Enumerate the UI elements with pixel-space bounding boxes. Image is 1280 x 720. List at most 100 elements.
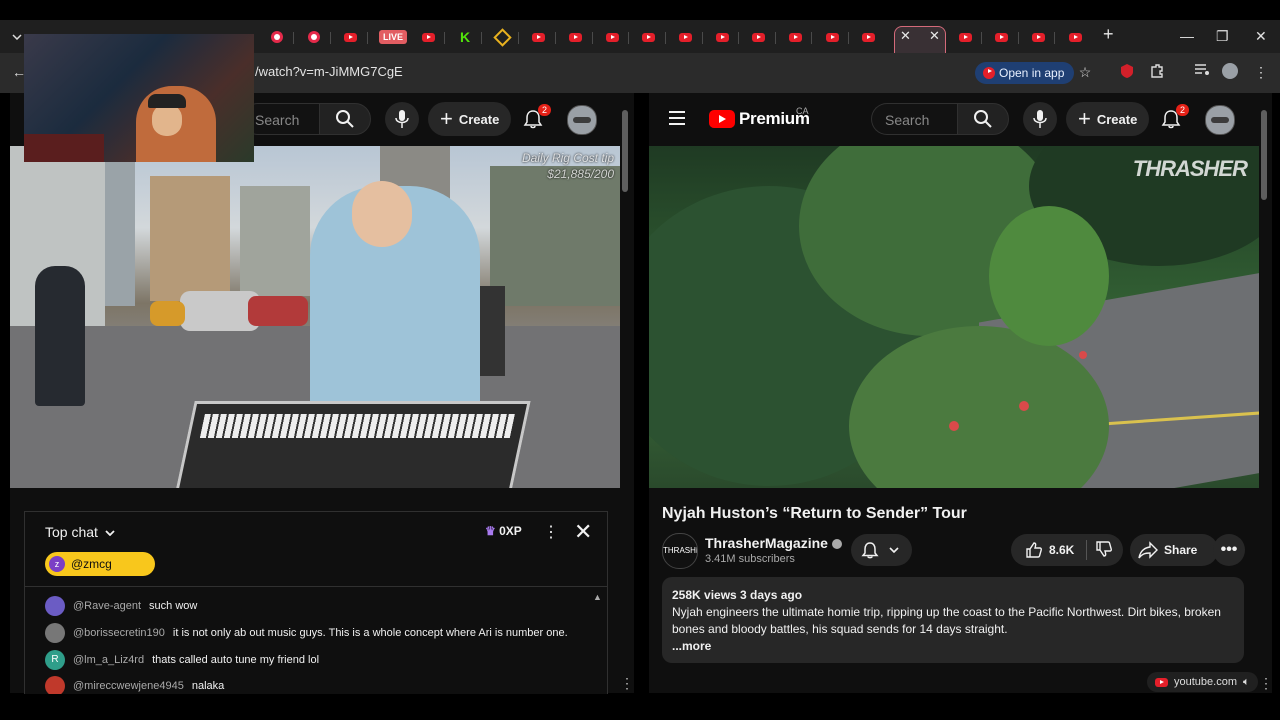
- media-control-icon[interactable]: [1193, 63, 1211, 81]
- notifications-button[interactable]: 2: [1161, 104, 1189, 131]
- video-description[interactable]: 258K views 3 days ago Nyjah engineers th…: [662, 577, 1244, 663]
- left-scrollbar[interactable]: [622, 110, 628, 192]
- subscribed-bell-button[interactable]: [851, 534, 912, 566]
- browser-tab[interactable]: [1062, 26, 1088, 48]
- browser-tab[interactable]: [599, 26, 625, 48]
- create-button[interactable]: + Create: [428, 102, 512, 136]
- browser-tab[interactable]: [855, 26, 881, 48]
- channel-name[interactable]: ThrasherMagazine: [705, 535, 842, 551]
- account-avatar[interactable]: [567, 105, 597, 135]
- extensions-puzzle-icon[interactable]: [1148, 63, 1166, 81]
- minimize-button[interactable]: —: [1180, 28, 1194, 44]
- chat-author[interactable]: @borissecretin190: [73, 627, 165, 639]
- browser-tab[interactable]: [337, 26, 363, 48]
- performer-head: [352, 181, 412, 247]
- browser-tab[interactable]: [635, 26, 661, 48]
- browser-tab[interactable]: [819, 26, 845, 48]
- youtube-premium-logo[interactable]: Premium: [709, 109, 810, 129]
- open-in-app-button[interactable]: Open in app: [975, 62, 1075, 84]
- chat-author[interactable]: @lm_a_Liz4rd: [73, 654, 144, 666]
- voice-search-button[interactable]: [1023, 102, 1057, 136]
- browser-tab[interactable]: [1025, 26, 1051, 48]
- browser-tab-live[interactable]: LIVE: [378, 26, 408, 48]
- right-panel-menu-icon[interactable]: ⋮: [1259, 675, 1273, 692]
- youtube-icon: [709, 110, 735, 128]
- channel-avatar[interactable]: THRASHER: [662, 533, 698, 569]
- search-button[interactable]: [319, 103, 371, 135]
- browser-tab[interactable]: [952, 26, 978, 48]
- top-chat-dropdown[interactable]: Top chat: [45, 524, 115, 540]
- more-actions-button[interactable]: •••: [1213, 534, 1245, 566]
- chat-author[interactable]: @Rave-agent: [73, 600, 141, 612]
- browser-menu-icon[interactable]: ⋮: [1252, 63, 1270, 81]
- chat-message: R @lm_a_Liz4rd thats called auto tune my…: [45, 650, 319, 670]
- star-icon[interactable]: ☆: [1076, 63, 1094, 81]
- tab-separator: [444, 32, 445, 44]
- tree: [989, 206, 1109, 346]
- share-button[interactable]: Share: [1130, 534, 1218, 566]
- tab-separator: [481, 32, 482, 44]
- dislike-button[interactable]: [1095, 540, 1113, 561]
- browser-tab[interactable]: [415, 26, 441, 48]
- youtube-icon: [788, 32, 802, 42]
- plus-icon: +: [440, 106, 453, 131]
- tab-separator: [848, 32, 849, 44]
- youtube-icon: [715, 32, 729, 42]
- thumbs-up-icon: [1026, 542, 1042, 558]
- browser-tab[interactable]: [489, 26, 515, 48]
- right-scrollbar[interactable]: [1261, 110, 1267, 200]
- tab-close-icon[interactable]: ✕: [900, 28, 911, 44]
- chat-text: thats called auto tune my friend lol: [152, 654, 320, 666]
- chevron-down-icon: [12, 34, 22, 40]
- notification-badge: 2: [537, 104, 551, 116]
- chat-close-button[interactable]: ✕: [574, 519, 592, 545]
- chat-user-pill[interactable]: z @zmcg: [45, 552, 155, 576]
- youtube-icon: [605, 32, 619, 42]
- kick-icon: K: [459, 29, 471, 45]
- restore-button[interactable]: ❐: [1216, 28, 1229, 45]
- browser-tab[interactable]: [525, 26, 551, 48]
- tab-close-icon[interactable]: ✕: [929, 28, 940, 44]
- window-close-button[interactable]: ✕: [1255, 28, 1267, 45]
- browser-tab[interactable]: [562, 26, 588, 48]
- browser-tab[interactable]: [301, 26, 327, 48]
- scroll-up-arrow-icon[interactable]: ▲: [593, 592, 602, 602]
- voice-search-button[interactable]: [385, 102, 419, 136]
- left-panel-menu-icon[interactable]: ⋮: [620, 675, 634, 692]
- main-video-player[interactable]: THRASHER: [649, 146, 1259, 488]
- right-youtube-window: Premium CA Search + Create 2 THRASHER Ny…: [649, 93, 1272, 693]
- search-input[interactable]: Search: [871, 103, 957, 135]
- bell-icon: [861, 542, 879, 559]
- live-stream-video[interactable]: Daily Rig Cost tip $21,885/200: [10, 146, 620, 488]
- show-more-link[interactable]: ...more: [672, 638, 1234, 655]
- microphone-icon: [1033, 110, 1047, 128]
- xp-counter[interactable]: ♛ 0XP: [485, 524, 522, 538]
- browser-tab[interactable]: [745, 26, 771, 48]
- menu-hamburger-icon[interactable]: [669, 111, 685, 129]
- browser-tab[interactable]: [782, 26, 808, 48]
- like-button[interactable]: 8.6K: [1025, 541, 1074, 559]
- left-youtube-window: Search + Create 2 Daily Rig Cost tip $21…: [10, 93, 634, 694]
- address-bar[interactable]: /watch?v=m-JiMMG7CgE: [255, 64, 403, 79]
- building: [240, 186, 310, 296]
- new-tab-button[interactable]: +: [1103, 24, 1114, 45]
- browser-tab[interactable]: [988, 26, 1014, 48]
- like-divider: [1086, 540, 1088, 560]
- tab-separator: [367, 32, 368, 44]
- account-avatar[interactable]: [1205, 105, 1235, 135]
- xp-value: 0XP: [499, 524, 522, 538]
- create-button[interactable]: + Create: [1066, 102, 1150, 136]
- browser-tab[interactable]: K: [452, 26, 478, 48]
- browser-tab[interactable]: [672, 26, 698, 48]
- profile-avatar-icon[interactable]: [1222, 63, 1240, 81]
- search-button[interactable]: [957, 103, 1009, 135]
- tab-separator: [702, 32, 703, 44]
- chat-menu-icon[interactable]: ⋮: [543, 522, 559, 542]
- tab-separator: [775, 32, 776, 44]
- tab-status-indicator[interactable]: youtube.com 🔈︎: [1147, 672, 1258, 692]
- browser-tab[interactable]: [264, 26, 290, 48]
- chat-author[interactable]: @mireccwewjene4945: [73, 680, 184, 692]
- extension-red-icon[interactable]: [1118, 63, 1136, 81]
- browser-tab[interactable]: [709, 26, 735, 48]
- notifications-button[interactable]: 2: [523, 104, 551, 131]
